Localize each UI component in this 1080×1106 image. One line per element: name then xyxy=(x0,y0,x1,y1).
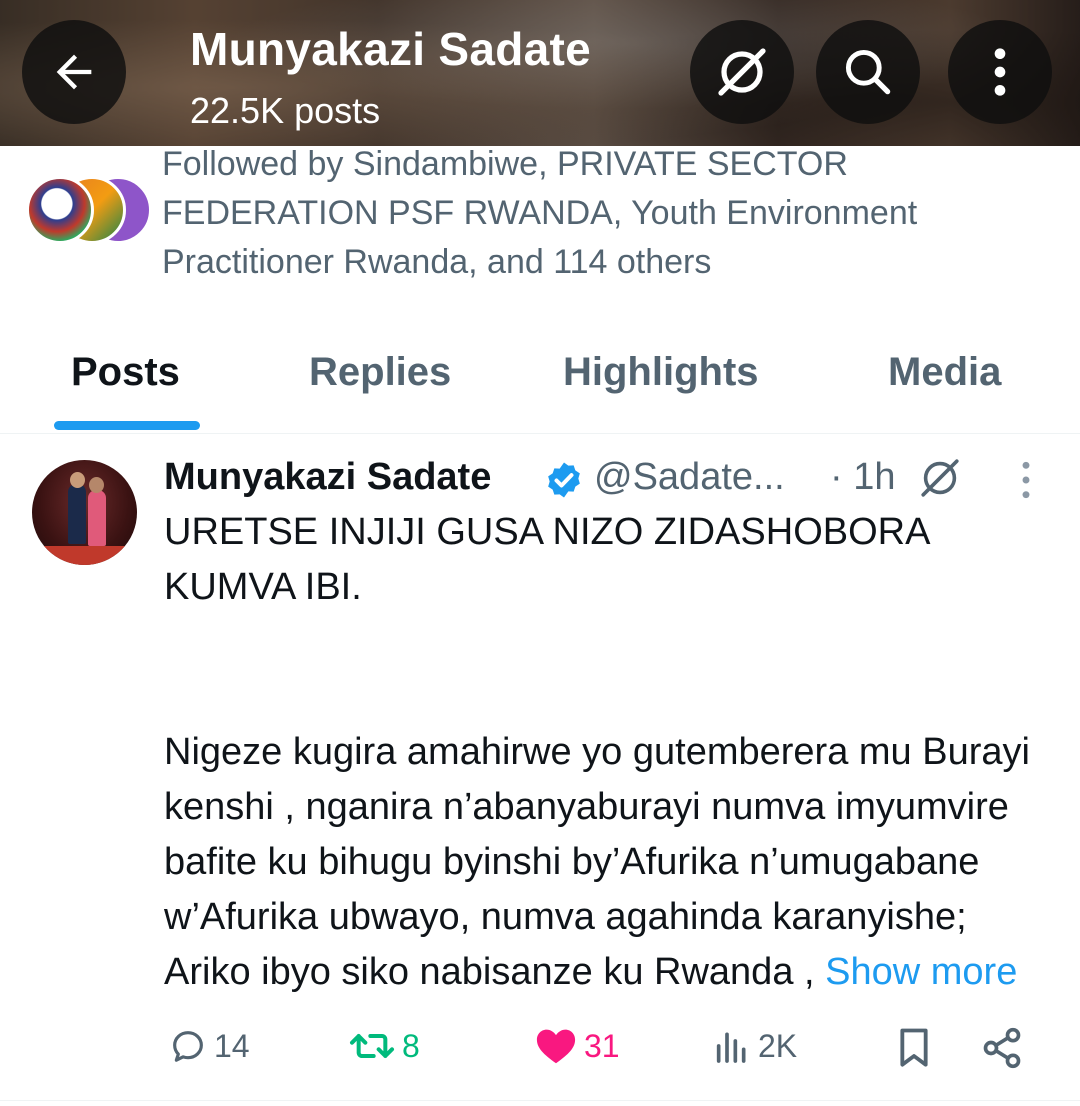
post-actions: 14 8 31 2K xyxy=(0,1020,1080,1080)
followed-by-text: Followed by Sindambiwe, PRIVATE SECTOR F… xyxy=(162,145,918,281)
reply-button[interactable]: 14 xyxy=(168,1026,250,1066)
tab-highlights[interactable]: Highlights xyxy=(563,350,759,395)
views-count: 2K xyxy=(758,1027,798,1064)
post-divider xyxy=(0,1100,1080,1101)
reply-count: 14 xyxy=(214,1027,250,1064)
show-more-link[interactable]: Show more xyxy=(825,951,1017,993)
post-author-name[interactable]: Munyakazi Sadate xyxy=(164,456,491,499)
post-author-handle[interactable]: @Sadate... xyxy=(594,456,785,499)
back-button[interactable] xyxy=(22,20,126,124)
like-icon xyxy=(536,1029,576,1064)
more-options-button[interactable] xyxy=(948,20,1052,124)
followed-by-section[interactable]: Followed by Sindambiwe, PRIVATE SECTOR F… xyxy=(24,140,1054,290)
like-count: 31 xyxy=(584,1027,620,1064)
search-icon xyxy=(845,49,891,95)
back-arrow-icon xyxy=(56,54,92,90)
views-icon xyxy=(716,1032,746,1063)
repost-count: 8 xyxy=(402,1027,420,1064)
post-header: Munyakazi Sadate @Sadate... · 1h xyxy=(164,452,1064,502)
grok-icon[interactable] xyxy=(916,454,964,502)
verified-badge-icon xyxy=(548,462,580,498)
post-more-icon[interactable] xyxy=(1014,460,1038,500)
search-button[interactable] xyxy=(816,20,920,124)
post-paragraph: Nigeze kugira amahirwe yo gutemberera mu… xyxy=(164,725,1054,1000)
header-profile-name: Munyakazi Sadate xyxy=(190,23,592,75)
post-paragraph: URETSE INJIJI GUSA NIZO ZIDASHOBORA KUMV… xyxy=(164,511,929,608)
share-button[interactable] xyxy=(980,1026,1024,1070)
more-vertical-icon xyxy=(994,48,1006,96)
bookmark-icon xyxy=(900,1028,928,1067)
views-button[interactable]: 2K xyxy=(712,1026,797,1066)
profile-tabs: Posts Replies Highlights Media xyxy=(0,330,1080,434)
like-button[interactable]: 31 xyxy=(534,1026,620,1066)
repost-icon xyxy=(350,1034,394,1058)
follower-avatars xyxy=(26,176,156,246)
header-post-count: 22.5K posts xyxy=(190,90,381,131)
reply-icon xyxy=(173,1031,203,1062)
share-icon xyxy=(983,1027,1021,1069)
post-author-avatar[interactable] xyxy=(32,460,137,565)
post-timestamp[interactable]: · 1h xyxy=(830,456,895,499)
bookmark-button[interactable] xyxy=(894,1026,934,1070)
repost-button[interactable]: 8 xyxy=(348,1026,420,1066)
tab-replies[interactable]: Replies xyxy=(309,350,451,395)
follower-avatar xyxy=(26,176,94,244)
tab-posts[interactable]: Posts xyxy=(71,350,180,395)
grok-button[interactable] xyxy=(690,20,794,124)
tab-media[interactable]: Media xyxy=(888,350,1001,395)
grok-icon xyxy=(718,48,766,96)
active-tab-indicator xyxy=(54,421,200,430)
post-text: URETSE INJIJI GUSA NIZO ZIDASHOBORA KUMV… xyxy=(164,505,1054,1000)
